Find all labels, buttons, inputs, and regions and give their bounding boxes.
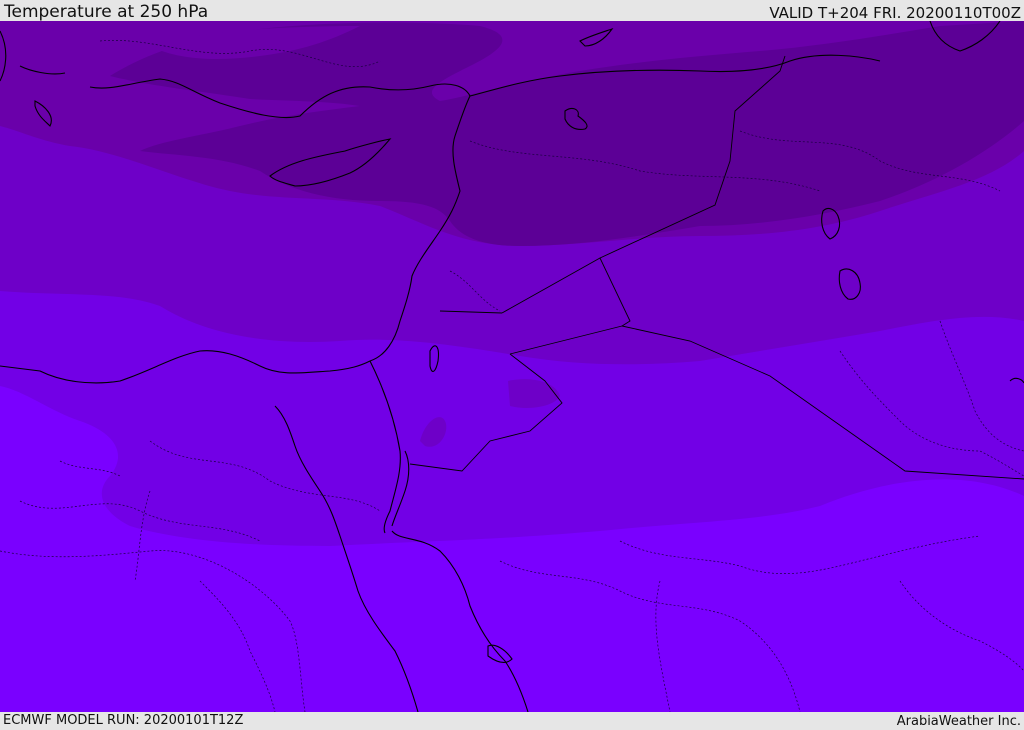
map-title: Temperature at 250 hPa — [4, 2, 209, 22]
temperature-map — [0, 21, 1024, 712]
credit-text: ArabiaWeather Inc. — [896, 714, 1021, 729]
model-run: ECMWF MODEL RUN: 20200101T12Z — [3, 713, 244, 728]
header-bar: Temperature at 250 hPa VALID T+204 FRI. … — [0, 0, 1024, 22]
map-svg — [0, 21, 1024, 712]
footer-bar: ECMWF MODEL RUN: 20200101T12Z ArabiaWeat… — [0, 712, 1024, 729]
valid-time: VALID T+204 FRI. 20200110T00Z — [769, 4, 1021, 22]
